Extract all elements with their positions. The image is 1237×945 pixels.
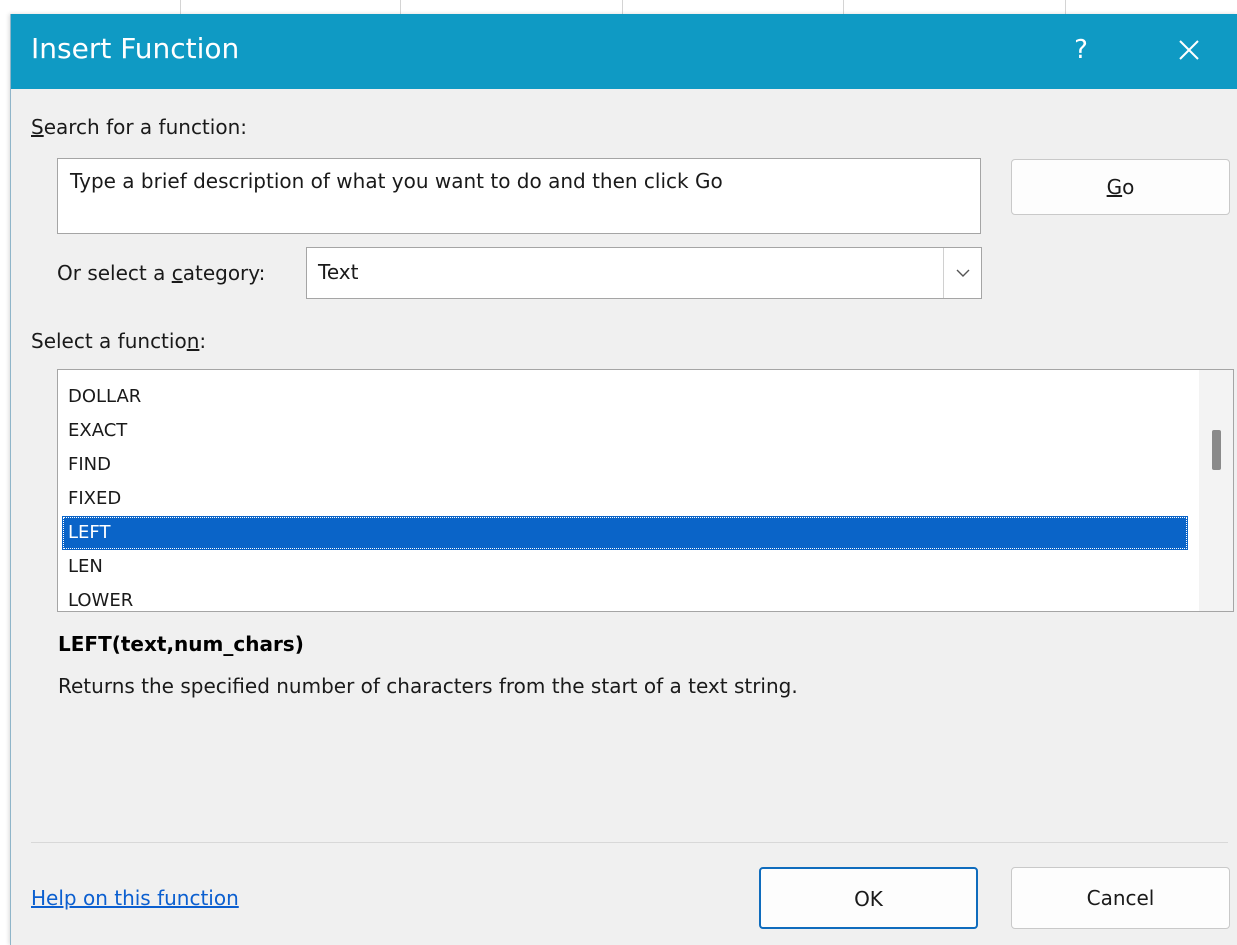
category-label-prefix: Or select a	[57, 261, 172, 285]
category-dropdown-arrow[interactable]	[943, 248, 981, 298]
grid-line	[400, 0, 401, 14]
title-bar: Insert Function ?	[11, 14, 1237, 89]
function-list-scrollbar[interactable]	[1199, 370, 1233, 611]
function-label-mnemonic: n	[186, 329, 200, 353]
search-label: Search for a function:	[31, 115, 247, 139]
go-label-rest: o	[1122, 175, 1135, 199]
function-label-rest: :	[199, 329, 207, 353]
function-list-item-selected[interactable]: LEFT	[62, 516, 1188, 550]
grid-line	[1065, 0, 1066, 14]
help-on-function-link[interactable]: Help on this function	[31, 886, 239, 910]
function-list-label: Select a function:	[31, 329, 206, 353]
close-icon	[1179, 40, 1199, 60]
chevron-down-icon	[956, 269, 970, 277]
search-label-rest: earch for a function:	[43, 115, 247, 139]
function-list[interactable]: DOLLAR EXACT FIND FIXED LEFT LEN LOWER	[57, 369, 1234, 612]
grid-line	[622, 0, 623, 14]
category-selected-value: Text	[318, 260, 359, 284]
category-label: Or select a category:	[57, 261, 265, 285]
function-list-item[interactable]: DOLLAR	[62, 380, 1188, 414]
close-button[interactable]	[1169, 30, 1209, 70]
function-signature: LEFT(text,num_chars)	[58, 632, 304, 656]
ok-button[interactable]: OK	[759, 867, 978, 929]
category-select[interactable]: Text	[306, 247, 982, 299]
spreadsheet-left-strip	[0, 0, 10, 945]
function-label-prefix: Select a functio	[31, 329, 187, 353]
spreadsheet-background	[0, 0, 1237, 14]
grid-line	[180, 0, 181, 14]
category-label-rest: ategory:	[182, 261, 266, 285]
function-list-item[interactable]: FIXED	[62, 482, 1188, 516]
function-list-item[interactable]: EXACT	[62, 414, 1188, 448]
dialog-title: Insert Function	[31, 32, 240, 65]
help-button[interactable]: ?	[1061, 30, 1101, 70]
insert-function-dialog: Insert Function ? Search for a function:…	[10, 14, 1237, 945]
search-label-mnemonic: S	[31, 115, 44, 139]
function-list-item[interactable]: FIND	[62, 448, 1188, 482]
function-list-item[interactable]: LEN	[62, 550, 1188, 584]
cancel-button[interactable]: Cancel	[1011, 867, 1230, 929]
footer-divider	[31, 842, 1228, 843]
category-label-mnemonic: c	[171, 261, 183, 285]
go-label-mnemonic: G	[1106, 175, 1123, 199]
scrollbar-thumb[interactable]	[1212, 430, 1221, 470]
function-description: Returns the specified number of characte…	[58, 674, 798, 698]
grid-line	[843, 0, 844, 14]
go-button[interactable]: Go	[1011, 159, 1230, 215]
search-input[interactable]: Type a brief description of what you wan…	[57, 158, 981, 234]
function-list-item[interactable]: LOWER	[62, 584, 1188, 611]
